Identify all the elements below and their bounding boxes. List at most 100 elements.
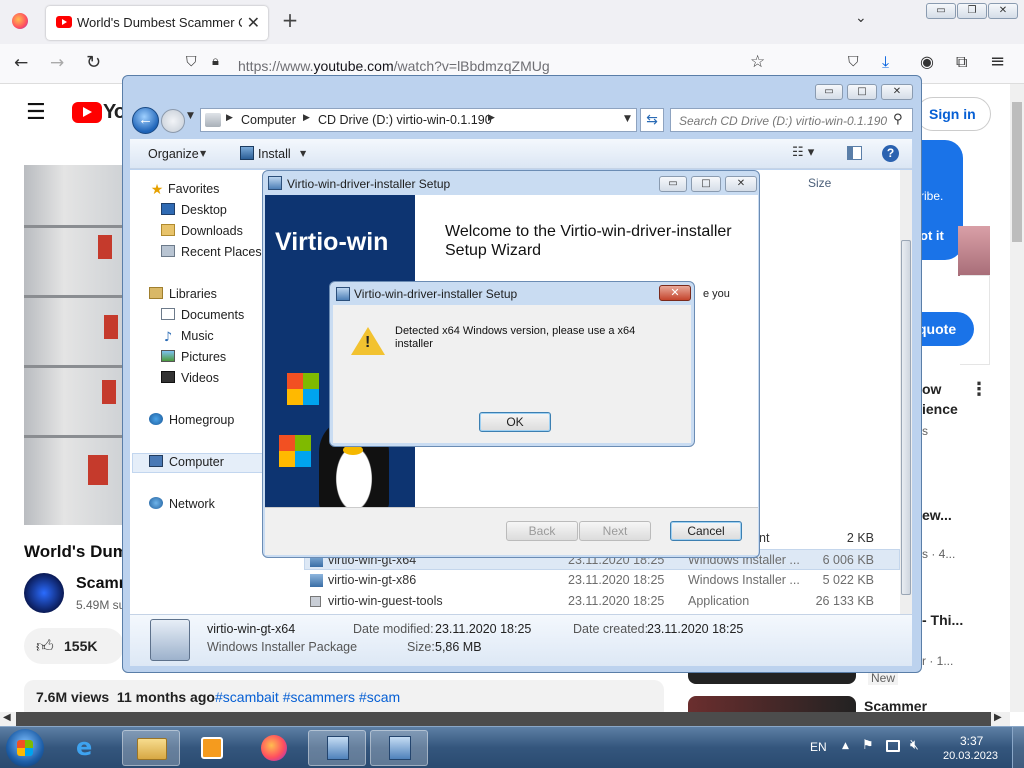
- page-vertical-scrollbar[interactable]: [1010, 84, 1024, 712]
- window-close-button[interactable]: ✕: [988, 3, 1018, 19]
- tab-close-icon[interactable]: ✕: [247, 13, 260, 32]
- new-tab-button[interactable]: +: [280, 8, 300, 32]
- channel-avatar[interactable]: [24, 573, 64, 613]
- more-vert-icon[interactable]: ⋮: [970, 379, 988, 400]
- taskbar-firefox-button[interactable]: [246, 730, 304, 766]
- nav-music[interactable]: ♪ Music: [161, 329, 214, 345]
- reload-icon[interactable]: ↻: [86, 52, 101, 73]
- cancel-button[interactable]: Cancel: [670, 521, 742, 541]
- nav-downloads[interactable]: Downloads: [161, 224, 243, 238]
- organize-chevron-icon[interactable]: ▼: [200, 149, 206, 158]
- search-box[interactable]: Search CD Drive (D:) virtio-win-0.1.190: [670, 108, 913, 132]
- taskbar-ie-button[interactable]: e: [60, 730, 118, 766]
- breadcrumb-computer[interactable]: Computer: [241, 113, 296, 127]
- preview-pane-icon[interactable]: [847, 146, 862, 160]
- ok-button[interactable]: OK: [479, 412, 551, 432]
- nav-documents[interactable]: Documents: [161, 308, 244, 322]
- promo-line-2[interactable]: ot it: [920, 228, 944, 243]
- pocket-icon[interactable]: ⛉: [848, 54, 859, 70]
- firefox-menu-icon[interactable]: [12, 13, 28, 29]
- video-player[interactable]: [24, 165, 124, 525]
- nav-computer[interactable]: Computer: [149, 455, 224, 469]
- explorer-back-button[interactable]: ←: [132, 107, 159, 134]
- page-horizontal-scrollbar[interactable]: ◀ ▶: [0, 712, 1010, 726]
- organize-menu[interactable]: Organize: [148, 147, 199, 161]
- explorer-close-button[interactable]: ✕: [881, 84, 913, 100]
- tab-list-chevron-icon[interactable]: ⌄: [855, 10, 867, 26]
- refresh-button[interactable]: ⇆: [640, 108, 664, 132]
- window-minimize-button[interactable]: ▭: [926, 3, 956, 19]
- forward-arrow-icon[interactable]: →: [50, 53, 64, 73]
- hashtags[interactable]: #scambait #scammers #scam: [215, 689, 400, 705]
- nav-homegroup[interactable]: Homegroup: [149, 413, 234, 427]
- search-icon[interactable]: ⚲: [893, 112, 903, 127]
- nav-favorites[interactable]: ★ Favorites: [149, 182, 220, 198]
- file-row[interactable]: virtio-win-guest-tools 23.11.2020 18:25 …: [304, 591, 900, 612]
- extensions-icon[interactable]: ⧉: [956, 52, 967, 72]
- lock-icon[interactable]: 🔒︎: [212, 54, 219, 69]
- side-thumb-2[interactable]: [688, 696, 856, 712]
- setup-close-button[interactable]: ✕: [725, 176, 757, 192]
- nav-videos[interactable]: Videos: [161, 371, 219, 385]
- scroll-right-icon[interactable]: ▶: [994, 712, 1002, 723]
- next-button[interactable]: Next: [579, 521, 651, 541]
- address-bar[interactable]: ▶ Computer ▶ CD Drive (D:) virtio-win-0.…: [200, 108, 637, 132]
- explorer-maximize-button[interactable]: □: [847, 84, 877, 100]
- action-center-flag-icon[interactable]: ⚑: [862, 738, 874, 753]
- guide-menu-icon[interactable]: ☰: [26, 100, 46, 125]
- horizontal-scroll-thumb[interactable]: [16, 712, 991, 726]
- column-header-size[interactable]: Size: [808, 176, 831, 190]
- bookmark-star-icon[interactable]: ☆: [750, 52, 765, 72]
- tab-youtube[interactable]: World's Dumbest Scammer Cal ✕: [46, 6, 268, 40]
- clock-time[interactable]: 3:37: [960, 734, 983, 748]
- window-restore-button[interactable]: ❐: [957, 3, 987, 19]
- account-icon[interactable]: ◉: [920, 52, 934, 71]
- side-item-1-title[interactable]: ow: [922, 381, 941, 397]
- setup-maximize-button[interactable]: □: [691, 176, 721, 192]
- network-tray-icon[interactable]: [886, 740, 900, 752]
- install-menu[interactable]: Install: [258, 147, 291, 161]
- file-list-scroll-thumb[interactable]: [901, 240, 911, 595]
- side-item-2-title[interactable]: ew...: [922, 507, 952, 523]
- setup-minimize-button[interactable]: ▭: [659, 176, 687, 192]
- volume-muted-icon[interactable]: 🔇︎: [910, 737, 919, 753]
- dialog-close-button[interactable]: ✕: [659, 285, 691, 301]
- scroll-left-icon[interactable]: ◀: [3, 712, 11, 723]
- nav-recent[interactable]: Recent Places: [161, 245, 262, 259]
- back-arrow-icon[interactable]: ←: [14, 53, 28, 73]
- side-thumb-1[interactable]: [688, 672, 856, 684]
- nav-pictures[interactable]: Pictures: [161, 350, 226, 364]
- help-icon[interactable]: ?: [882, 145, 899, 162]
- quote-button[interactable]: quote: [918, 312, 974, 346]
- taskbar-media-player-button[interactable]: [184, 730, 242, 766]
- install-chevron-icon[interactable]: ▼: [300, 149, 306, 158]
- address-dropdown-icon[interactable]: ▼: [624, 114, 631, 124]
- downloads-icon[interactable]: ⤓: [882, 52, 889, 72]
- language-indicator[interactable]: EN: [810, 740, 827, 754]
- menu-hamburger-icon[interactable]: ≡: [990, 51, 1005, 72]
- side-item-3-title[interactable]: - Thi...: [922, 612, 963, 628]
- show-hidden-icons-icon[interactable]: ▲: [842, 741, 849, 751]
- recent-pages-chevron-icon[interactable]: ▼: [187, 111, 194, 121]
- breadcrumb-cd-drive[interactable]: CD Drive (D:) virtio-win-0.1.190: [318, 113, 492, 127]
- nav-libraries[interactable]: Libraries: [149, 287, 217, 301]
- taskbar-setup-button-2[interactable]: [370, 730, 428, 766]
- file-row[interactable]: virtio-win-gt-x86 23.11.2020 18:25 Windo…: [304, 570, 900, 591]
- explorer-forward-button[interactable]: [161, 109, 185, 133]
- explorer-minimize-button[interactable]: ▭: [815, 84, 843, 100]
- description-box[interactable]: 7.6M views 11 months ago #scambait #scam…: [24, 680, 664, 712]
- sign-in-button[interactable]: Sign in: [916, 97, 991, 131]
- view-options-icon[interactable]: ☷ ▾: [792, 145, 814, 160]
- taskbar-setup-button[interactable]: [308, 730, 366, 766]
- like-button[interactable]: 👍︎ 155K: [24, 628, 124, 664]
- back-button[interactable]: Back: [506, 521, 578, 541]
- clock-date[interactable]: 20.03.2023: [943, 750, 998, 762]
- shield-icon[interactable]: ⛉: [186, 54, 197, 70]
- show-desktop-button[interactable]: [1012, 727, 1024, 768]
- taskbar-explorer-button[interactable]: [122, 730, 180, 766]
- nav-desktop[interactable]: Desktop: [161, 203, 227, 217]
- youtube-logo-icon[interactable]: [72, 102, 102, 123]
- nav-network[interactable]: Network: [149, 497, 215, 511]
- file-list-scrollbar[interactable]: [900, 170, 912, 614]
- scroll-thumb[interactable]: [1012, 102, 1022, 242]
